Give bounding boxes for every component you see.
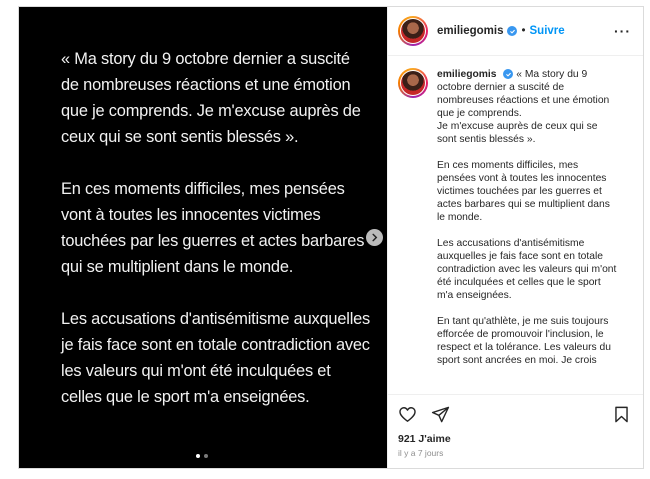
media-paragraph: « Ma story du 9 octobre dernier a suscit… — [61, 50, 361, 146]
profile-photo — [401, 19, 425, 43]
caption-area: emiliegomis « Ma story du 9 octobre dern… — [388, 56, 643, 394]
caption-line: « Ma story du 9 octobre dernier a suscit… — [437, 69, 610, 145]
avatar[interactable] — [398, 16, 428, 46]
action-bar — [388, 394, 643, 433]
caption-paragraph: Les accusations d'antisémitisme auxquell… — [437, 238, 617, 301]
carousel-dot-active — [196, 454, 200, 458]
carousel-dot — [204, 454, 208, 458]
caption-paragraph: emiliegomis « Ma story du 9 octobre dern… — [437, 68, 617, 146]
separator: • — [521, 25, 526, 37]
post-sidebar: emiliegomis • Suivre ··· emiliegomis « M… — [387, 7, 643, 468]
instagram-post: « Ma story du 9 octobre dernier a suscit… — [18, 6, 644, 469]
share-icon[interactable] — [431, 405, 450, 424]
caption-username[interactable]: emiliegomis — [437, 69, 497, 80]
caption-paragraph: En ces moments difficiles, mes pensées v… — [437, 160, 610, 223]
caption-text: emiliegomis « Ma story du 9 octobre dern… — [437, 68, 617, 394]
chevron-right-icon — [372, 233, 378, 242]
post-timestamp[interactable]: il y a 7 jours — [388, 445, 643, 468]
follow-button[interactable]: Suivre — [530, 25, 565, 37]
caption-paragraph: En tant qu'athlète, je me suis toujours … — [437, 316, 612, 366]
next-slide-button[interactable] — [366, 229, 383, 246]
username-link[interactable]: emiliegomis — [437, 25, 503, 37]
heart-icon[interactable] — [398, 405, 417, 424]
bookmark-icon[interactable] — [612, 405, 631, 424]
likes-count[interactable]: 921 J'aime — [388, 433, 643, 445]
profile-photo — [401, 71, 425, 95]
avatar[interactable] — [398, 68, 428, 98]
media-paragraph: Les accusations d'antisémitisme auxquell… — [61, 310, 371, 406]
verified-badge-icon — [507, 26, 518, 36]
media-text: « Ma story du 9 octobre dernier a suscit… — [61, 46, 371, 436]
post-header: emiliegomis • Suivre ··· — [388, 7, 643, 56]
media-paragraph: En ces moments difficiles, mes pensées v… — [61, 180, 365, 276]
post-media[interactable]: « Ma story du 9 octobre dernier a suscit… — [19, 7, 387, 468]
carousel-indicator — [196, 454, 208, 458]
more-options-icon[interactable]: ··· — [614, 23, 631, 39]
verified-badge-icon — [503, 69, 514, 80]
